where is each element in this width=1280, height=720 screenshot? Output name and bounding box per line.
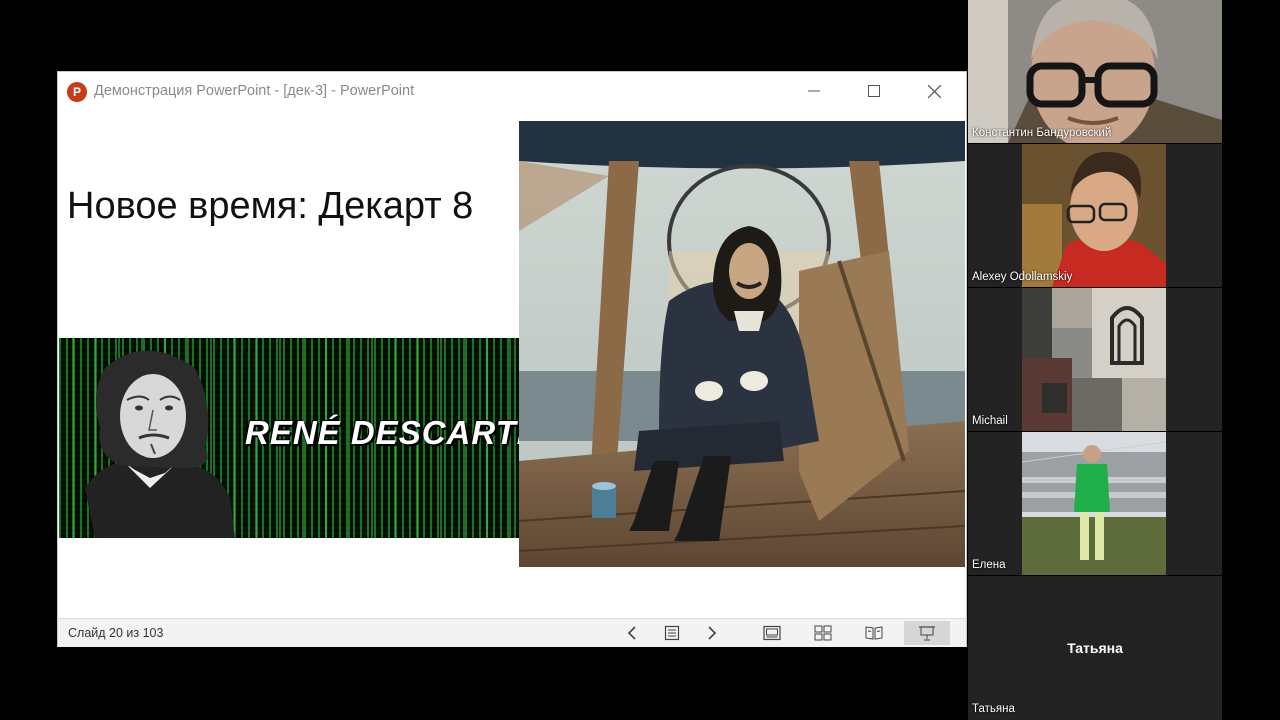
previous-slide-button[interactable] — [615, 621, 649, 645]
title-bar[interactable]: P Демонстрация PowerPoint - [дек-3] - Po… — [58, 72, 966, 110]
previous-slide-icon — [627, 626, 636, 640]
slide-menu-icon — [664, 625, 680, 641]
minimize-icon — [808, 90, 820, 92]
next-slide-icon — [708, 626, 717, 640]
participant-tile-1[interactable]: Константин Бандуровский — [968, 0, 1222, 143]
descartes-ship-painting — [519, 121, 965, 567]
window-title: Демонстрация PowerPoint - [дек-3] - Powe… — [94, 83, 415, 99]
close-button[interactable] — [911, 75, 957, 107]
reading-view-icon — [865, 626, 883, 640]
participant-tile-5[interactable]: Татьяна Татьяна — [968, 576, 1222, 720]
normal-view-button[interactable] — [755, 621, 789, 645]
next-slide-button[interactable] — [695, 621, 729, 645]
slideshow-icon — [919, 626, 935, 641]
participant-video-2 — [1022, 144, 1166, 287]
maximize-button[interactable] — [851, 75, 897, 107]
close-icon — [927, 84, 941, 98]
slide-sorter-icon — [814, 625, 832, 641]
participant-video-1 — [968, 0, 1222, 143]
maximize-icon — [868, 85, 880, 97]
descartes-engraving-portrait — [85, 350, 235, 538]
slide-menu-button[interactable] — [655, 621, 689, 645]
participant-tile-3[interactable]: Michail — [968, 288, 1222, 431]
participant-name-2: Alexey Odollamskiy — [972, 271, 1073, 283]
participant-name-4: Елена — [972, 559, 1006, 571]
minimize-button[interactable] — [791, 75, 837, 107]
participant-display-name-5: Татьяна — [1067, 640, 1123, 656]
slide-canvas[interactable]: Новое время: Декарт 8 RENÉ DESCARTES — [59, 110, 965, 618]
slide-sorter-button[interactable] — [806, 621, 840, 645]
reading-view-button[interactable] — [857, 621, 891, 645]
slide-counter: Слайд 20 из 103 — [68, 626, 164, 640]
participant-tile-2[interactable]: Alexey Odollamskiy — [968, 144, 1222, 287]
participant-name-3: Michail — [972, 415, 1008, 427]
powerpoint-icon: P — [67, 82, 87, 102]
participant-photo-4 — [1022, 432, 1166, 575]
participant-name-1: Константин Бандуровский — [972, 127, 1112, 139]
slideshow-button[interactable] — [904, 621, 950, 645]
participant-avatar-painting-3 — [1022, 288, 1166, 431]
slide-title: Новое время: Декарт 8 — [67, 185, 474, 227]
participant-tile-4[interactable]: Елена — [968, 432, 1222, 575]
banner-name-text: RENÉ DESCARTES — [245, 414, 559, 451]
normal-view-icon — [763, 625, 781, 641]
powerpoint-window: P Демонстрация PowerPoint - [дек-3] - Po… — [57, 71, 967, 647]
descartes-banner-image: RENÉ DESCARTES — [59, 338, 559, 538]
participant-name-5: Татьяна — [972, 703, 1015, 715]
status-bar: Слайд 20 из 103 — [58, 618, 966, 647]
